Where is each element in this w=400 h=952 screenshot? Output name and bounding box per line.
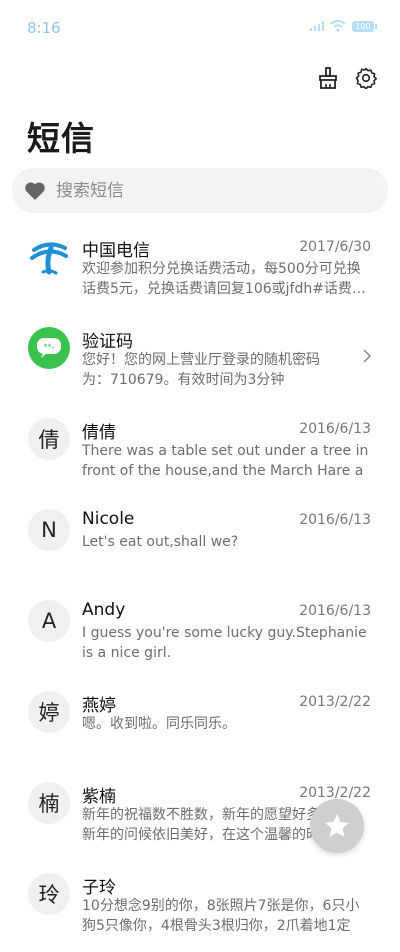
- conversation-name: 燕婷: [82, 696, 116, 716]
- conversation-preview: 10分想念9别的你，8张照片7张是你，6只小狗5只像你，4根骨头3根归你，2爪着…: [82, 898, 360, 934]
- conversation-preview: 您好！您的网上营业厅登录的随机密码为：710679。有效时间为3分钟: [82, 352, 320, 388]
- star-icon: [325, 814, 349, 837]
- avatar: 楠: [28, 782, 70, 824]
- gear-icon: [355, 67, 377, 89]
- favorites-fab-button[interactable]: [310, 799, 364, 853]
- conversation-preview: 嗯。收到啦。同乐同乐。: [82, 716, 236, 732]
- avatar: 婷: [28, 691, 70, 733]
- brush-icon: [319, 67, 337, 89]
- conversation-date: 2016/6/13: [299, 603, 371, 619]
- conversation-preview: I guess you're some lucky guy.Stephanie …: [82, 625, 367, 661]
- conversation-item[interactable]: A Andy 2016/6/13 I guess you're some luc…: [0, 588, 400, 679]
- signal-icon: [310, 21, 324, 31]
- conversation-preview: 欢迎参加积分兑换话费活动，每500分可兑换话费5元，兑换话费请回复106或jfd…: [82, 261, 366, 297]
- status-bar: 8:16 100: [0, 0, 400, 56]
- top-actions: [316, 66, 378, 90]
- conversation-preview: Let's eat out,shall we?: [82, 534, 239, 550]
- svg-text:**-: **-: [44, 343, 55, 352]
- conversation-item[interactable]: 玲 子玲 10分想念9别的你，8张照片7张是你，6只小狗5只像你，4根骨头3根归…: [0, 861, 400, 952]
- wifi-icon: [330, 20, 346, 32]
- conversation-name: 子玲: [82, 878, 116, 898]
- avatar: 倩: [28, 418, 70, 460]
- conversation-name: Nicole: [82, 509, 135, 529]
- search-input[interactable]: [54, 179, 358, 202]
- avatar: A: [28, 600, 70, 642]
- conversation-name: 倩倩: [82, 423, 116, 443]
- conversation-date: 2017/6/30: [299, 239, 371, 255]
- conversation-name: 中国电信: [82, 241, 150, 261]
- conversation-name: 紫楠: [82, 787, 116, 807]
- conversation-item[interactable]: **- 验证码 您好！您的网上营业厅登录的随机密码为：710679。有效时间为3…: [0, 315, 400, 406]
- settings-button[interactable]: [354, 66, 378, 90]
- status-time: 8:16: [27, 19, 61, 37]
- message-bubble-icon: **-: [37, 338, 61, 358]
- china-telecom-logo-icon: [30, 242, 68, 275]
- heart-icon: [24, 180, 46, 202]
- conversation-date: 2016/6/13: [299, 512, 371, 528]
- conversation-item[interactable]: 中国电信 2017/6/30 欢迎参加积分兑换话费活动，每500分可兑换话费5元…: [0, 224, 400, 315]
- chevron-right-icon: [363, 349, 372, 363]
- avatar: [28, 236, 70, 278]
- conversation-preview: There was a table set out under a tree i…: [82, 443, 369, 479]
- conversation-date: 2013/2/22: [299, 694, 371, 710]
- avatar: **-: [28, 327, 70, 369]
- conversation-name: Andy: [82, 600, 126, 620]
- page-title: 短信: [27, 119, 95, 158]
- conversation-item[interactable]: 倩 倩倩 2016/6/13 There was a table set out…: [0, 406, 400, 497]
- status-icons: 100: [310, 20, 377, 32]
- conversation-item[interactable]: 婷 燕婷 2013/2/22 嗯。收到啦。同乐同乐。: [0, 679, 400, 770]
- conversation-item[interactable]: N Nicole 2016/6/13 Let's eat out,shall w…: [0, 497, 400, 588]
- clean-brush-button[interactable]: [316, 66, 340, 90]
- search-bar[interactable]: [12, 168, 388, 213]
- conversation-date: 2016/6/13: [299, 421, 371, 437]
- avatar: 玲: [28, 873, 70, 915]
- battery-icon: 100: [352, 20, 377, 32]
- conversation-name: 验证码: [82, 332, 133, 352]
- avatar: N: [28, 509, 70, 551]
